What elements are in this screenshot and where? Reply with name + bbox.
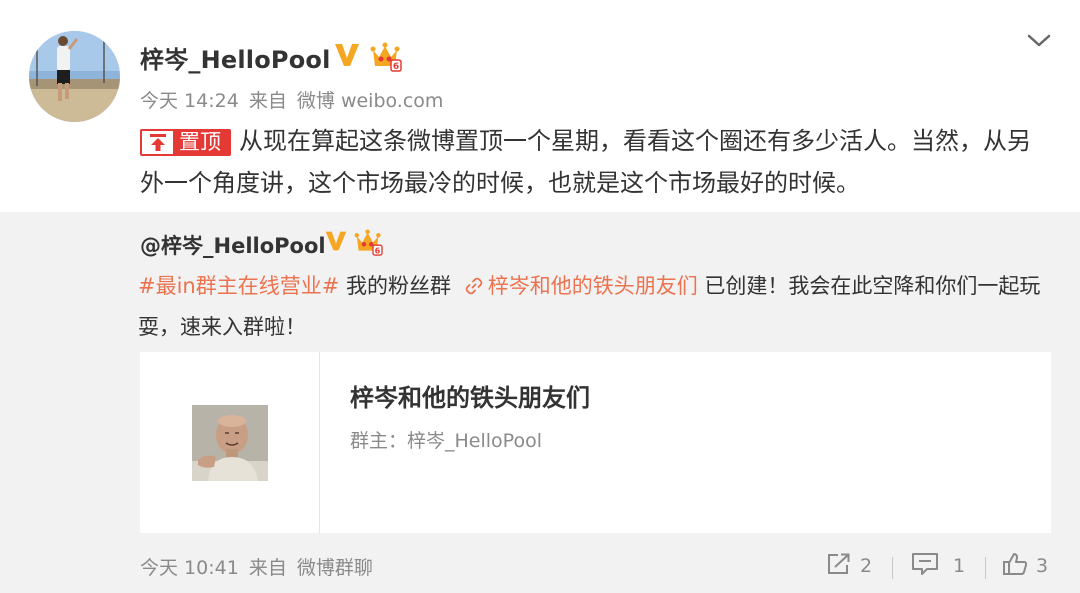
group-card-owner: 群主：梓岑_HelloPool xyxy=(350,430,542,452)
verified-v-icon xyxy=(324,229,348,253)
repost-button[interactable]: 2 xyxy=(826,551,872,581)
group-link[interactable]: 梓岑和他的铁头朋友们 xyxy=(458,274,698,298)
divider xyxy=(985,557,986,579)
post-username[interactable]: 梓岑_HelloPool xyxy=(140,40,331,75)
comment-count: 1 xyxy=(953,555,966,577)
post-meta: 今天 14:24 来自 微博 weibo.com xyxy=(140,86,447,113)
repost-meta: 今天 10:41 来自 微博群聊 xyxy=(140,553,377,580)
avatar[interactable] xyxy=(29,31,120,122)
repost-text: #最in群主在线营业# 我的粉丝群 梓岑和他的铁头朋友们 已创建！我会在此空降和… xyxy=(138,266,1053,348)
link-icon xyxy=(464,269,484,295)
topic-link[interactable]: #最in群主在线营业# xyxy=(138,274,339,298)
share-icon xyxy=(826,552,860,581)
like-count: 3 xyxy=(1036,555,1049,577)
group-card-title[interactable]: 梓岑和他的铁头朋友们 xyxy=(350,378,590,413)
group-link-text[interactable]: 梓岑和他的铁头朋友们 xyxy=(488,274,698,298)
post-body: 置顶 从现在算起这条微博置顶一个星期，看看这个圈还有多少活人。当然，从另外一个角… xyxy=(140,120,1040,204)
like-button[interactable]: 3 xyxy=(1002,551,1048,581)
divider xyxy=(892,557,893,579)
repost-time[interactable]: 今天 10:41 xyxy=(140,557,239,579)
post-time[interactable]: 今天 14:24 xyxy=(140,90,239,112)
pinned-badge: 置顶 xyxy=(140,128,231,156)
post-text: 从现在算起这条微博置顶一个星期，看看这个圈还有多少活人。当然，从另外一个角度讲，… xyxy=(140,127,1031,197)
reposted-content: @梓岑_HelloPool 6 #最in群主在线营业# 我的粉丝群 梓岑和他的铁… xyxy=(0,212,1080,545)
chevron-down-icon[interactable] xyxy=(1026,30,1052,50)
pinned-label: 置顶 xyxy=(173,130,229,154)
group-card-image-area xyxy=(140,352,320,533)
vip-crown-icon: 6 xyxy=(354,229,383,256)
vip-crown-icon: 6 xyxy=(370,42,402,72)
group-card[interactable]: 梓岑和他的铁头朋友们 群主：梓岑_HelloPool xyxy=(140,352,1051,533)
svg-text:6: 6 xyxy=(393,62,399,72)
pin-top-icon xyxy=(142,130,173,154)
post-from: 来自 xyxy=(248,90,287,112)
svg-text:6: 6 xyxy=(375,245,381,255)
repost-from: 来自 xyxy=(248,557,287,579)
post-footer: 今天 10:41 来自 微博群聊 2 1 3 xyxy=(0,545,1080,593)
weibo-post: 梓岑_HelloPool 6 今天 14:24 来自 微博 weibo.com xyxy=(0,0,1080,212)
verified-v-icon xyxy=(333,41,361,69)
post-source[interactable]: 微博 weibo.com xyxy=(297,90,444,112)
comment-icon xyxy=(911,552,947,581)
repost-username[interactable]: @梓岑_HelloPool xyxy=(140,230,326,260)
repost-text-before: 我的粉丝群 xyxy=(339,274,458,298)
repost-source[interactable]: 微博群聊 xyxy=(297,557,373,579)
group-avatar xyxy=(192,405,268,481)
comment-button[interactable]: 1 xyxy=(911,551,965,581)
thumbs-up-icon xyxy=(1002,552,1036,581)
repost-count: 2 xyxy=(860,555,873,577)
